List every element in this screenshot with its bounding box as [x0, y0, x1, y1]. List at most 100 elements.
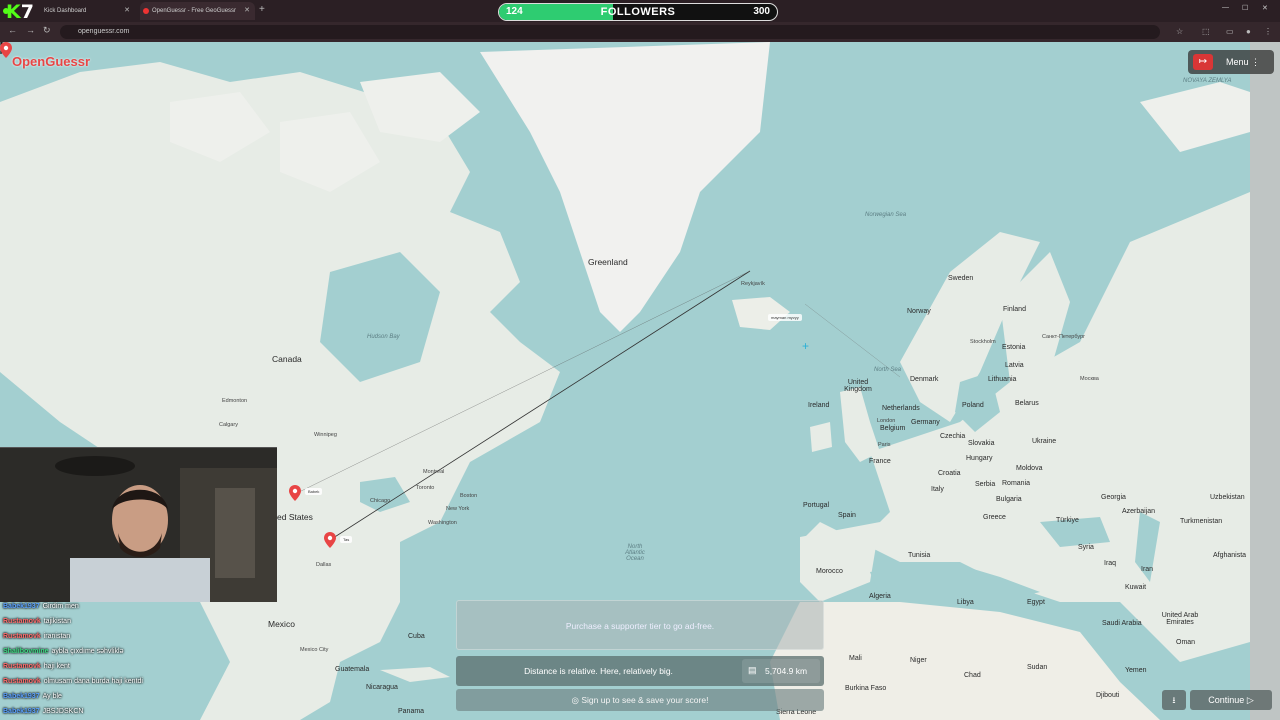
- map-label-panama: Panama: [398, 708, 425, 715]
- chat-username[interactable]: Babek1937: [3, 693, 40, 700]
- kick-badge-number: 7: [20, 1, 34, 23]
- signup-button[interactable]: ◎ Sign up to see & save your score!: [456, 689, 824, 711]
- stream-chat: Babek1937 Girdim men Rustamovk tajikistan …: [0, 602, 260, 720]
- map-label-reykjavik: Reykjavík: [741, 281, 765, 287]
- map-label-hudson-bay: Hudson Bay: [367, 334, 400, 340]
- map-label-guatemala: Guatemala: [335, 666, 370, 673]
- user-icon: ◎: [571, 695, 579, 705]
- map-label-slovakia: Slovakia: [968, 440, 995, 447]
- tab-openguessr[interactable]: OpenGuessr - Free GeoGuessr ✕: [140, 2, 255, 20]
- chat-username[interactable]: Rustamovk: [3, 663, 41, 670]
- new-tab-icon[interactable]: +: [259, 4, 265, 15]
- chat-username[interactable]: Rustamovk: [3, 678, 41, 685]
- chat-username[interactable]: Shalibovmine: [3, 648, 49, 655]
- extensions-icon[interactable]: ⬚: [1202, 27, 1210, 36]
- address-bar: ← → ↻ openguessr.com ☆ ⬚ ▭ ● ⋮: [0, 22, 1280, 42]
- ad-banner[interactable]: Purchase a supporter tier to go ad-free.: [456, 600, 824, 650]
- chat-text: aybla çıxdıme səhvliklə: [51, 648, 124, 655]
- forward-icon[interactable]: →: [26, 25, 35, 35]
- map-label-finland: Finland: [1003, 306, 1026, 313]
- chat-text: haji kent: [43, 663, 70, 670]
- map-label-lithuania: Lithuania: [988, 376, 1017, 383]
- map-label-turkiye: Türkiye: [1056, 517, 1079, 524]
- chat-text: tajikistan: [43, 618, 71, 625]
- close-icon[interactable]: ✕: [124, 2, 130, 20]
- map-label-greenland: Greenland: [588, 257, 628, 267]
- player-pin-icon[interactable]: [324, 532, 336, 548]
- distance-display: ▤ 5,704.9 km: [742, 659, 820, 683]
- map-label-canada: Canada: [272, 354, 302, 364]
- ad-text: Purchase a supporter tier to go ad-free.: [565, 621, 715, 631]
- map-label-paris: Paris: [878, 442, 891, 448]
- webcam-feed: [0, 447, 277, 602]
- map-label-czechia: Czechia: [940, 433, 966, 440]
- map-label-norwegian-sea: Norwegian Sea: [865, 212, 907, 218]
- chat-message: Babek1937 Girdim men: [3, 602, 79, 612]
- chat-username[interactable]: Babek1937: [3, 603, 40, 610]
- map-label-germany: Germany: [911, 419, 940, 426]
- chat-username[interactable]: Babek1937: [3, 708, 40, 715]
- signup-text: Sign up to see & save your score!: [581, 695, 709, 705]
- map-label-ukraine: Ukraine: [1032, 438, 1057, 445]
- window-close-icon[interactable]: ✕: [1262, 4, 1268, 12]
- map-label-calgary: Calgary: [219, 422, 238, 428]
- close-icon[interactable]: ✕: [244, 2, 250, 20]
- maximize-icon[interactable]: ☐: [1242, 4, 1248, 12]
- map-label-north-sea: North Sea: [874, 367, 902, 373]
- followers-current: 124: [506, 6, 523, 17]
- map-label-chad: Chad: [964, 672, 981, 679]
- map-label-serbia: Serbia: [975, 481, 996, 488]
- map-label-montreal: Montreal: [423, 469, 445, 475]
- menu-button[interactable]: Menu ⋮: [1218, 54, 1270, 70]
- exit-button[interactable]: ↦: [1193, 54, 1213, 70]
- chat-message: Babek1937 Ay ble: [3, 692, 62, 702]
- map-label-new-york: New York: [446, 506, 470, 512]
- exit-icon: ↦: [1198, 56, 1208, 67]
- minimize-icon[interactable]: —: [1222, 4, 1229, 11]
- chat-message: Shalibovmine aybla çıxdıme səhvliklə: [3, 647, 124, 657]
- openguessr-logo[interactable]: OpenGuessr: [12, 54, 90, 69]
- map-label-saudi-arabia: Saudi Arabia: [1102, 620, 1142, 627]
- map-label-italy: Italy: [931, 486, 944, 493]
- back-icon[interactable]: ←: [8, 25, 17, 35]
- chat-username[interactable]: Rustamovk: [3, 618, 41, 625]
- map-label-sweden: Sweden: [948, 275, 974, 282]
- map-label-chicago: Chicago: [370, 498, 391, 504]
- map-label-libya: Libya: [957, 599, 974, 606]
- reload-icon[interactable]: ↻: [43, 25, 51, 36]
- profile-avatar[interactable]: ●: [1246, 27, 1251, 36]
- player-tag: Babek: [305, 488, 323, 495]
- map-label-belgium: Belgium: [880, 425, 906, 432]
- map-label-london: London: [877, 418, 896, 424]
- map-label-oman: Oman: [1176, 639, 1196, 646]
- menu-label: Menu: [1226, 57, 1249, 67]
- continue-button[interactable]: Continue ▷: [1190, 690, 1272, 710]
- map-label-toronto: Toronto: [416, 485, 435, 491]
- map-label-netherlands: Netherlands: [882, 405, 920, 412]
- bookmark-star-icon[interactable]: ☆: [1176, 27, 1183, 36]
- url-field[interactable]: openguessr.com: [60, 25, 1160, 39]
- chat-text: Girdim men: [42, 603, 79, 610]
- map-label-mali: Mali: [849, 655, 862, 662]
- more-options-icon[interactable]: ⋮: [1264, 27, 1272, 36]
- map-label-uae: United Arab Emirates: [1161, 612, 1199, 626]
- map-label-poland: Poland: [962, 402, 984, 409]
- map-label-spain: Spain: [838, 512, 856, 519]
- map-label-mexico-city: Mexico City: [300, 647, 329, 653]
- map-label-stockholm: Stockholm: [970, 339, 996, 345]
- map-label-djibouti: Djibouti: [1096, 692, 1120, 699]
- download-icon: ⭳: [1172, 695, 1176, 705]
- download-button[interactable]: ⭳: [1162, 690, 1186, 710]
- sidebar-icon[interactable]: ▭: [1226, 27, 1234, 36]
- map-label-edmonton: Edmonton: [222, 398, 248, 404]
- map-label-bulgaria: Bulgaria: [996, 496, 1022, 503]
- kick-logo: K7: [6, 1, 34, 23]
- guess-tag: mayman myvyy: [768, 314, 802, 321]
- chat-username[interactable]: Rustamovk: [3, 633, 41, 640]
- map-label-belarus: Belarus: [1015, 400, 1039, 407]
- guess-pin-icon[interactable]: [0, 42, 12, 58]
- chat-message: Babek1937 JBSJDSKCN: [3, 707, 83, 717]
- chat-text: olmusam dana burda haji kentdi: [43, 678, 143, 685]
- chat-message: Rustamovk tajikistan: [3, 617, 71, 627]
- player-pin-icon[interactable]: [289, 485, 301, 501]
